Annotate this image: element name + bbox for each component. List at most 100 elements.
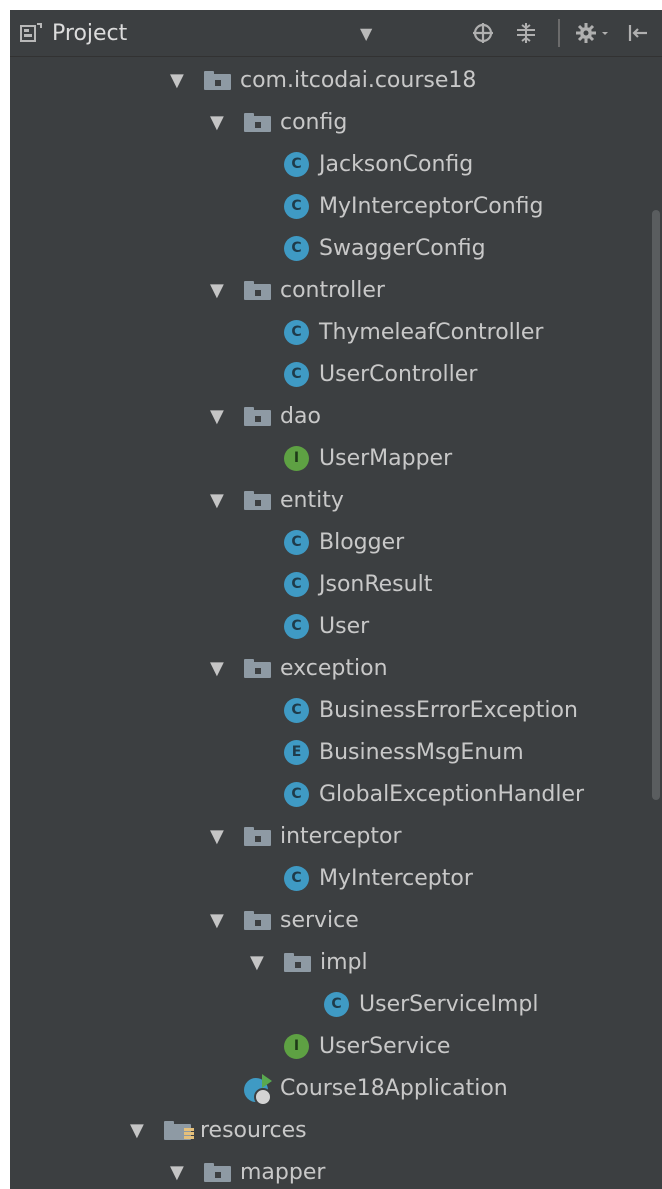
tree-item[interactable]: ▼ exception	[210, 648, 388, 688]
tree-item-label: config	[280, 109, 348, 135]
class-badge-icon: C	[284, 361, 309, 387]
package-folder-icon	[244, 280, 272, 300]
tree-item[interactable]: ▼ controller	[210, 270, 385, 310]
expand-arrow-icon[interactable]: ▼	[210, 658, 244, 679]
tree-item[interactable]: C UserController	[284, 354, 477, 394]
enum-badge-icon: E	[284, 739, 309, 765]
class-badge-icon: C	[284, 151, 309, 177]
package-folder-icon	[244, 658, 272, 678]
tree-item-label: UserService	[319, 1033, 451, 1059]
tree-item[interactable]: ▼ interceptor	[210, 816, 402, 856]
toolbar-separator	[558, 19, 560, 47]
expand-arrow-icon[interactable]: ▼	[130, 1120, 164, 1141]
package-folder-icon	[244, 910, 272, 930]
expand-arrow-icon[interactable]: ▼	[210, 826, 244, 847]
tree-item-label: controller	[280, 277, 385, 303]
package-folder-icon	[204, 70, 232, 90]
hide-panel-button[interactable]	[627, 10, 649, 56]
tree-item-label: exception	[280, 655, 388, 681]
tree-item-label: JacksonConfig	[319, 151, 474, 177]
tree-item[interactable]: Course18Application	[244, 1068, 508, 1108]
tree-item[interactable]: ▼ config	[210, 102, 347, 142]
package-folder-icon	[284, 952, 312, 972]
tree-item[interactable]: C Blogger	[284, 522, 404, 562]
tree-item-label: UserServiceImpl	[359, 991, 539, 1017]
tree-item-label: User	[319, 613, 370, 639]
class-badge-icon: C	[284, 781, 309, 807]
tree-item[interactable]: C JacksonConfig	[284, 144, 473, 184]
tree-item[interactable]: E BusinessMsgEnum	[284, 732, 524, 772]
locate-button[interactable]	[472, 10, 494, 56]
interface-badge-icon: I	[284, 445, 309, 471]
class-badge-icon: C	[324, 991, 349, 1017]
class-badge-icon: C	[284, 319, 309, 345]
resources-folder-icon	[164, 1120, 194, 1140]
view-dropdown[interactable]: ▼	[360, 10, 372, 56]
tree-item-label: dao	[280, 403, 321, 429]
locate-icon	[473, 23, 493, 43]
tree-item[interactable]: C GlobalExceptionHandler	[284, 774, 584, 814]
package-folder-icon	[204, 1162, 232, 1182]
expand-arrow-icon[interactable]: ▼	[210, 406, 244, 427]
tree-item-label: entity	[280, 487, 344, 513]
tree-item-label: MyInterceptorConfig	[319, 193, 544, 219]
tree-item[interactable]: I UserService	[284, 1026, 450, 1066]
tree-item-label: BusinessErrorException	[319, 697, 578, 723]
tree-item-label: SwaggerConfig	[319, 235, 486, 261]
tree-item-label: service	[280, 907, 359, 933]
tree-item[interactable]: C MyInterceptorConfig	[284, 186, 543, 226]
expand-arrow-icon[interactable]: ▼	[250, 952, 284, 973]
tree-item[interactable]: ▼ mapper	[170, 1152, 325, 1189]
tree-item[interactable]: ▼ impl	[250, 942, 368, 982]
collapse-all-button[interactable]	[515, 10, 537, 56]
expand-arrow-icon[interactable]: ▼	[210, 280, 244, 301]
class-badge-icon: C	[284, 613, 309, 639]
tree-item-label: ThymeleafController	[319, 319, 544, 345]
tree-item[interactable]: C MyInterceptor	[284, 858, 473, 898]
expand-arrow-icon[interactable]: ▼	[210, 112, 244, 133]
project-tool-window: Project ▼ ▼ com.itcodai.course18 ▼ confi…	[10, 10, 662, 1189]
tree-item[interactable]: ▼ com.itcodai.course18	[170, 60, 476, 100]
class-badge-icon: C	[284, 235, 309, 261]
settings-gear-icon	[576, 23, 608, 43]
tree-item-label: UserMapper	[319, 445, 453, 471]
package-folder-icon	[244, 406, 272, 426]
tree-item-label: interceptor	[280, 823, 402, 849]
class-badge-icon: C	[284, 529, 309, 555]
tree-item-label: UserController	[319, 361, 478, 387]
tree-item-label: resources	[200, 1117, 307, 1143]
tree-item[interactable]: C UserServiceImpl	[324, 984, 538, 1024]
project-view-selector[interactable]: Project	[20, 10, 127, 56]
tree-item[interactable]: ▼ dao	[210, 396, 321, 436]
spring-boot-application-icon	[244, 1074, 272, 1106]
tree-item[interactable]: C ThymeleafController	[284, 312, 543, 352]
tree-item[interactable]: C User	[284, 606, 369, 646]
class-badge-icon: C	[284, 865, 309, 891]
tree-item-label: com.itcodai.course18	[240, 67, 477, 93]
tree-item[interactable]: ▼ resources	[130, 1110, 307, 1150]
tree-item[interactable]: ▼ entity	[210, 480, 344, 520]
chevron-down-icon: ▼	[360, 23, 373, 43]
tree-item[interactable]: C JsonResult	[284, 564, 432, 604]
class-badge-icon: C	[284, 571, 309, 597]
expand-arrow-icon[interactable]: ▼	[170, 1162, 204, 1183]
tree-item-label: mapper	[240, 1159, 326, 1185]
package-folder-icon	[244, 490, 272, 510]
tree-item[interactable]: I UserMapper	[284, 438, 452, 478]
project-title: Project	[52, 20, 128, 46]
tool-window-header: Project ▼	[10, 10, 662, 57]
tree-item[interactable]: ▼ service	[210, 900, 359, 940]
tree-item-label: Course18Application	[280, 1075, 508, 1101]
expand-arrow-icon[interactable]: ▼	[210, 910, 244, 931]
expand-arrow-icon[interactable]: ▼	[170, 70, 204, 91]
collapse-all-icon	[517, 23, 535, 43]
project-view-icon	[20, 23, 42, 42]
tree-item[interactable]: C SwaggerConfig	[284, 228, 486, 268]
vertical-scrollbar[interactable]	[652, 210, 660, 800]
tree-item-label: GlobalExceptionHandler	[319, 781, 585, 807]
tree-item[interactable]: C BusinessErrorException	[284, 690, 578, 730]
expand-arrow-icon[interactable]: ▼	[210, 490, 244, 511]
tree-item-label: BusinessMsgEnum	[319, 739, 524, 765]
package-folder-icon	[244, 826, 272, 846]
settings-button[interactable]	[575, 10, 611, 56]
